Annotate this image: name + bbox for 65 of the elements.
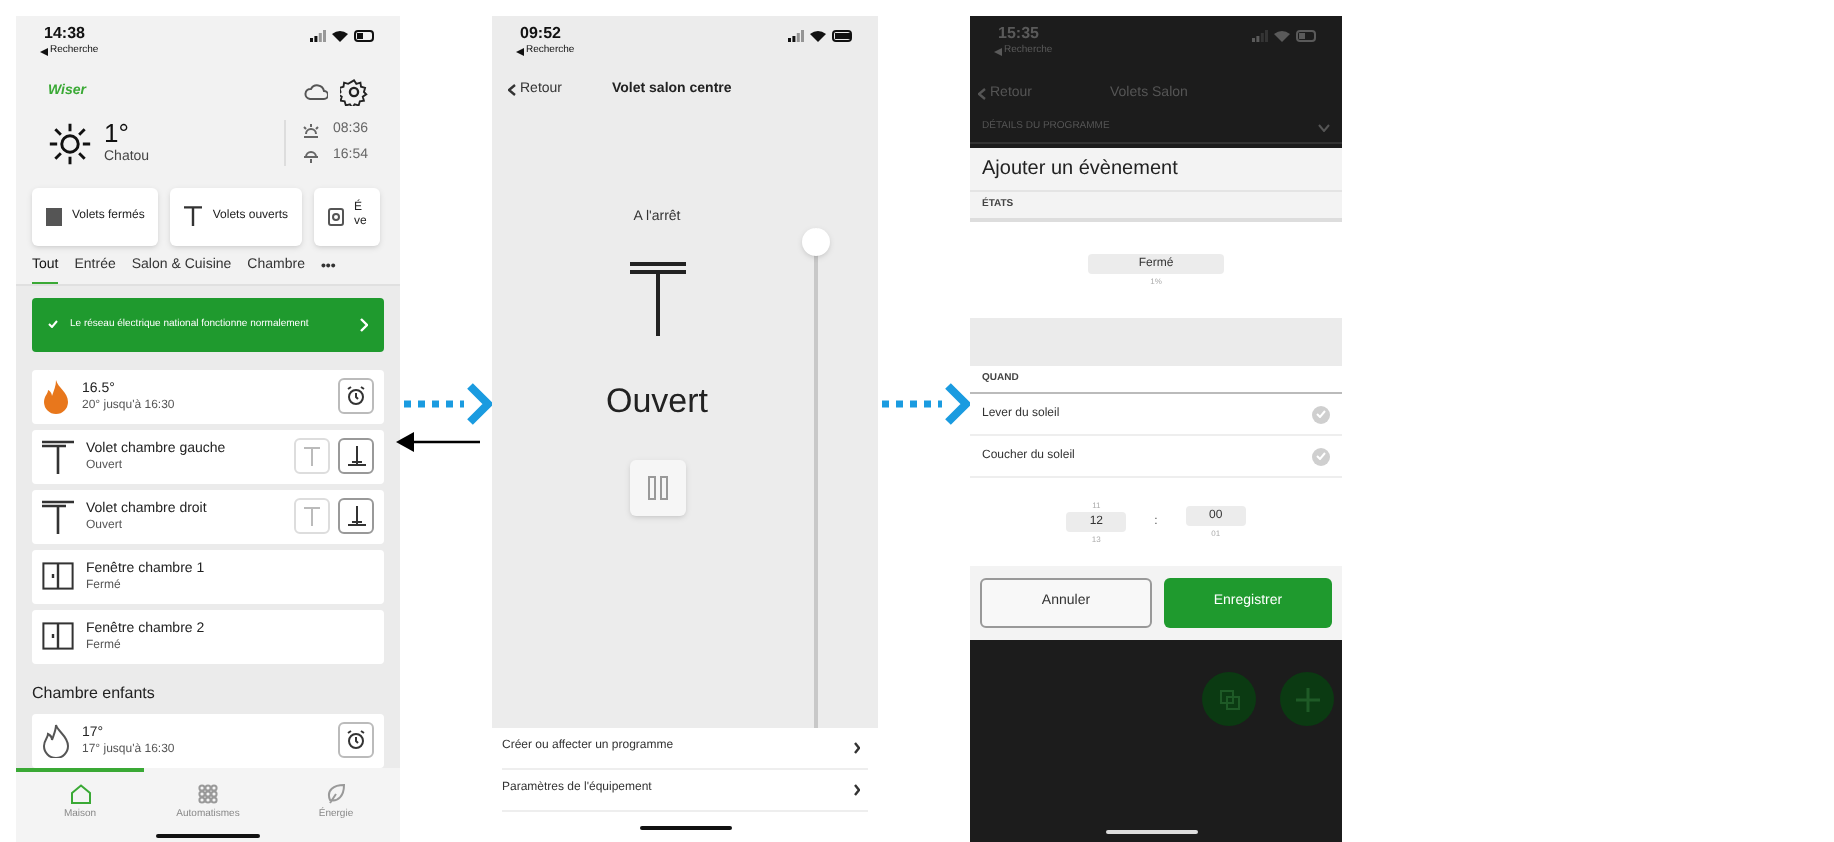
signal-icon — [788, 30, 804, 42]
battery-icon — [1296, 30, 1318, 42]
back-triangle-icon — [994, 47, 1002, 55]
home-icon — [69, 783, 91, 804]
window-icon — [42, 622, 74, 651]
shutter-icon — [42, 439, 74, 474]
pause-icon — [647, 475, 667, 500]
section-title: Chambre enfants — [32, 681, 157, 706]
add-button[interactable] — [1280, 672, 1334, 726]
pause-button[interactable] — [629, 459, 685, 516]
check-icon — [1316, 452, 1326, 460]
check-icon — [48, 320, 58, 329]
signal-icon — [310, 30, 326, 42]
chevron-down-icon — [1318, 123, 1330, 131]
pointer-arrow-icon — [396, 430, 480, 454]
open-shutter-icon — [184, 206, 203, 227]
signal-icon — [1252, 30, 1268, 42]
plus-icon — [1295, 687, 1319, 711]
open-shutter-icon — [304, 506, 320, 527]
sheet-title: Ajouter un évènement — [982, 156, 1178, 184]
chevron-right-icon — [854, 741, 860, 754]
closed-shutter-icon — [347, 506, 365, 527]
chevron-right-icon — [854, 783, 860, 796]
timer-button[interactable] — [338, 378, 374, 415]
timer-button[interactable] — [338, 722, 374, 759]
position-slider[interactable] — [802, 227, 830, 728]
sunrise-icon — [302, 124, 321, 139]
scene-icon — [328, 207, 345, 226]
battery-icon — [832, 30, 854, 42]
chevron-left-icon — [978, 88, 986, 100]
dotted-arrow-icon — [878, 381, 970, 425]
dotted-arrow-icon — [400, 381, 492, 425]
slider-thumb[interactable] — [802, 227, 830, 256]
closed-shutter-icon — [347, 446, 365, 467]
sunset-icon — [302, 149, 321, 164]
shutter-state: Ouvert — [605, 380, 709, 425]
shutter-icon — [629, 260, 685, 337]
check-icon — [1316, 410, 1326, 418]
close-shutter-button[interactable] — [338, 498, 374, 535]
temperature: 1° — [104, 119, 131, 148]
wifi-icon — [1274, 30, 1290, 42]
wifi-icon — [810, 30, 826, 42]
sun-icon — [48, 121, 92, 166]
alarm-clock-icon — [346, 730, 366, 751]
cloud-icon — [304, 84, 328, 101]
chevron-left-icon — [508, 84, 516, 97]
back-triangle-icon — [516, 47, 524, 55]
back-triangle-icon — [40, 47, 48, 55]
alarm-clock-icon — [346, 386, 366, 407]
status-time: 09:52 — [518, 24, 563, 44]
grid-icon — [198, 783, 218, 804]
close-shutter-button[interactable] — [338, 438, 374, 475]
chevron-right-icon — [360, 317, 368, 332]
status-time: 15:35 — [996, 24, 1041, 44]
status-time: 14:38 — [42, 24, 87, 44]
closed-shutter-icon — [46, 207, 62, 226]
settings-icon[interactable] — [340, 78, 368, 107]
wifi-icon — [332, 30, 348, 42]
battery-icon — [354, 30, 376, 42]
leaf-icon — [326, 783, 346, 804]
shutter-icon — [42, 499, 74, 534]
open-shutter-icon — [304, 446, 320, 467]
window-icon — [42, 562, 74, 591]
copy-button[interactable] — [1202, 672, 1256, 726]
copy-icon — [1219, 689, 1239, 709]
